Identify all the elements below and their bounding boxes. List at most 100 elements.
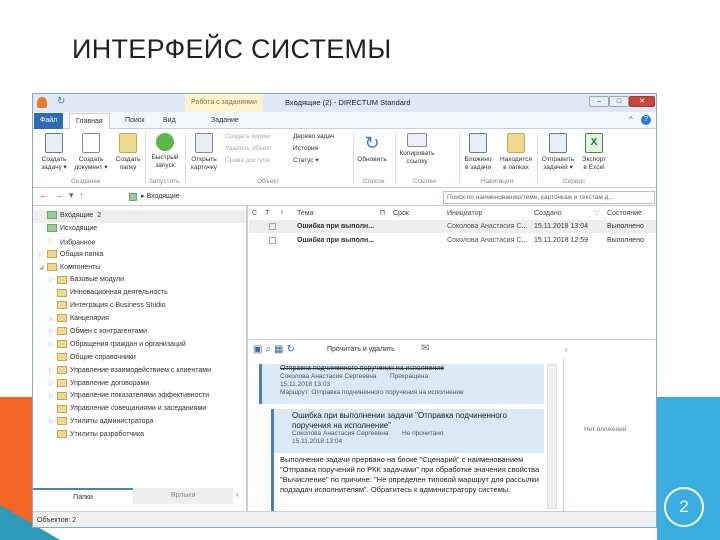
status-button[interactable]: Статус ▾: [293, 156, 319, 166]
tree-item[interactable]: Входящие 2: [33, 210, 246, 223]
envelope-icon[interactable]: ✉: [421, 343, 429, 354]
expand-arrow-icon[interactable]: ▷: [49, 390, 57, 403]
col-state[interactable]: Состояние: [607, 207, 642, 220]
create-task-button[interactable]: Создать задачу ▾: [39, 133, 69, 172]
tab-job[interactable]: Задание: [205, 113, 245, 129]
tree-item[interactable]: Управление совещаниями и заседаниями: [33, 403, 246, 416]
tree-item[interactable]: ▷ Обмен с контрагентами: [33, 326, 246, 339]
expand-arrow-icon[interactable]: ▷: [49, 326, 57, 339]
task-author: Соколова Анастасия Сергеевна: [280, 373, 377, 380]
tree-item[interactable]: Общие справочники: [33, 352, 246, 365]
col-created[interactable]: Создано: [534, 207, 562, 220]
table-row[interactable]: Ошибка при выполн... Соколова Анастасия …: [249, 234, 656, 247]
expand-arrow-icon[interactable]: ▷: [49, 313, 57, 326]
job-card[interactable]: Ошибка при выполнении задачи "Отправка п…: [271, 409, 544, 453]
unread-count: 2: [97, 212, 102, 219]
expand-arrow-icon[interactable]: ▷: [49, 274, 57, 287]
expand-arrow-icon[interactable]: ▷: [49, 378, 57, 391]
tree-item[interactable]: Утилиты разработчика: [33, 429, 246, 442]
maximize-button[interactable]: □: [609, 96, 629, 107]
tree-item-label: Входящие: [60, 212, 94, 219]
collapse-ribbon-icon[interactable]: ^: [629, 115, 633, 124]
tree-item[interactable]: ▷ Управление взаимодействием с клиентами: [33, 365, 246, 378]
separator: [145, 132, 146, 184]
col-p[interactable]: П: [380, 207, 385, 220]
expand-arrow-icon[interactable]: ▷: [49, 416, 57, 429]
expand-arrow-icon[interactable]: ◢: [39, 262, 47, 275]
col-t[interactable]: Т: [265, 207, 269, 220]
route-label: Маршрут:: [280, 389, 310, 396]
tab-search[interactable]: Поиск: [119, 113, 150, 129]
col-deadline[interactable]: Срок: [393, 207, 409, 220]
status-bar: Объектов: 2: [33, 511, 656, 527]
tree-item[interactable]: ☆ Избранное: [33, 236, 246, 249]
refresh-icon[interactable]: ↻: [57, 96, 65, 107]
folder-icon: [57, 327, 67, 336]
tree-item-label: Канцелярия: [70, 315, 109, 323]
folder-tree: Входящие 2 Исходящие ☆ Избранное ▷ Общая папка…: [33, 206, 246, 442]
tree-item[interactable]: ▷ Управление показателями эффективности: [33, 390, 246, 403]
minimize-button[interactable]: –: [589, 96, 609, 107]
close-button[interactable]: ✕: [629, 96, 655, 107]
app-window: Работа с заданиями ↻ Входящие (2) - DIRE…: [32, 93, 657, 528]
tab-file[interactable]: Файл: [34, 113, 64, 129]
tab-folders[interactable]: Папки: [33, 488, 133, 504]
create-document-button[interactable]: Создать документ ▾: [73, 133, 109, 172]
expand-icon[interactable]: ›: [565, 345, 568, 354]
col-initiator[interactable]: Инициатор: [447, 207, 482, 220]
job-icon: [269, 237, 276, 244]
export-excel-button[interactable]: X Экспорт в Excel: [577, 133, 611, 172]
col-c[interactable]: С: [252, 207, 257, 220]
task-tree-button[interactable]: Дерево задач: [293, 132, 334, 142]
row-initiator: Соколова Анастасия С...: [447, 237, 528, 244]
tree-item[interactable]: Инновационная деятельность: [33, 287, 246, 300]
col-importance[interactable]: !: [281, 207, 283, 220]
read-and-delete-button[interactable]: Прочитать и удалить: [327, 346, 395, 353]
tree-item[interactable]: ▷ Базовые модули: [33, 274, 246, 287]
tree-item-label: Управление показателями эффективности: [70, 392, 210, 400]
expand-arrow-icon[interactable]: ▷: [39, 249, 47, 262]
tab-view[interactable]: Вид: [157, 113, 182, 129]
task-card[interactable]: Отправка подчиненного поручения на испол…: [259, 364, 544, 404]
tree-item[interactable]: Интеграция с Business Studio: [33, 300, 246, 313]
help-icon[interactable]: ?: [641, 115, 651, 125]
create-folder-button[interactable]: Создать папку: [113, 133, 143, 172]
tree-item[interactable]: ▷ Управление договорами: [33, 378, 246, 391]
tab-shortcuts[interactable]: Ярлыки: [133, 488, 233, 504]
nav-back-forward-icons[interactable]: ←→▾↑: [39, 190, 90, 201]
tree-item[interactable]: ▷ Канцелярия: [33, 313, 246, 326]
preview-toolbar-icons[interactable]: ▣⌕▦↻: [253, 344, 298, 355]
expand-arrow-icon[interactable]: ▷: [49, 339, 57, 352]
refresh-button[interactable]: ↻ Обновить: [355, 133, 389, 164]
slide-title: ИНТЕРФЕЙС СИСТЕМЫ: [72, 34, 392, 64]
tab-home[interactable]: Главная: [69, 113, 110, 129]
row-initiator: Соколова Анастасия С...: [447, 223, 528, 230]
window-title: Входящие (2) - DIRECTUM Standard: [285, 98, 411, 107]
job-title: Ошибка при выполнении задачи "Отправка п…: [292, 411, 507, 430]
scrollbar[interactable]: [547, 364, 557, 509]
breadcrumb[interactable]: ▸ Входящие: [141, 192, 180, 200]
search-input[interactable]: Поиск по наименованию/теме, карточкам и …: [443, 191, 655, 204]
folder-icon: [57, 391, 67, 400]
tree-item[interactable]: Исходящие: [33, 223, 246, 236]
collapse-panel-icon[interactable]: ‹: [236, 490, 239, 499]
tree-item[interactable]: ▷ Общая папка: [33, 249, 246, 262]
expand-arrow-icon[interactable]: ▷: [49, 365, 57, 378]
delete-object-button[interactable]: Удалить объект: [225, 144, 272, 154]
create-copy-button[interactable]: Создать копию: [225, 132, 270, 142]
copy-link-button[interactable]: Копировать ссылку: [397, 133, 437, 166]
open-card-button[interactable]: Открыть карточку: [187, 133, 221, 172]
tree-item[interactable]: ▷ Обращения граждан и организаций: [33, 339, 246, 352]
folder-icon: [57, 314, 67, 323]
attached-in-tasks-button[interactable]: Вложено в задачи: [461, 133, 495, 172]
col-subject[interactable]: Тема: [297, 207, 313, 220]
tree-item[interactable]: ▷ Утилиты администратора: [33, 416, 246, 429]
quick-launch-button[interactable]: Быстрый запуск: [147, 133, 183, 170]
access-rights-button[interactable]: Права доступа: [225, 156, 270, 166]
history-button[interactable]: История: [293, 144, 318, 154]
group-links: Ссылки: [413, 178, 436, 185]
in-folders-button[interactable]: Находится в папках: [497, 133, 535, 172]
send-as-task-button[interactable]: Отправить задачей ▾: [539, 133, 577, 172]
table-row[interactable]: Ошибка при выполн... Соколова Анастасия …: [249, 220, 656, 233]
tree-item[interactable]: ◢ Компоненты: [33, 262, 246, 275]
